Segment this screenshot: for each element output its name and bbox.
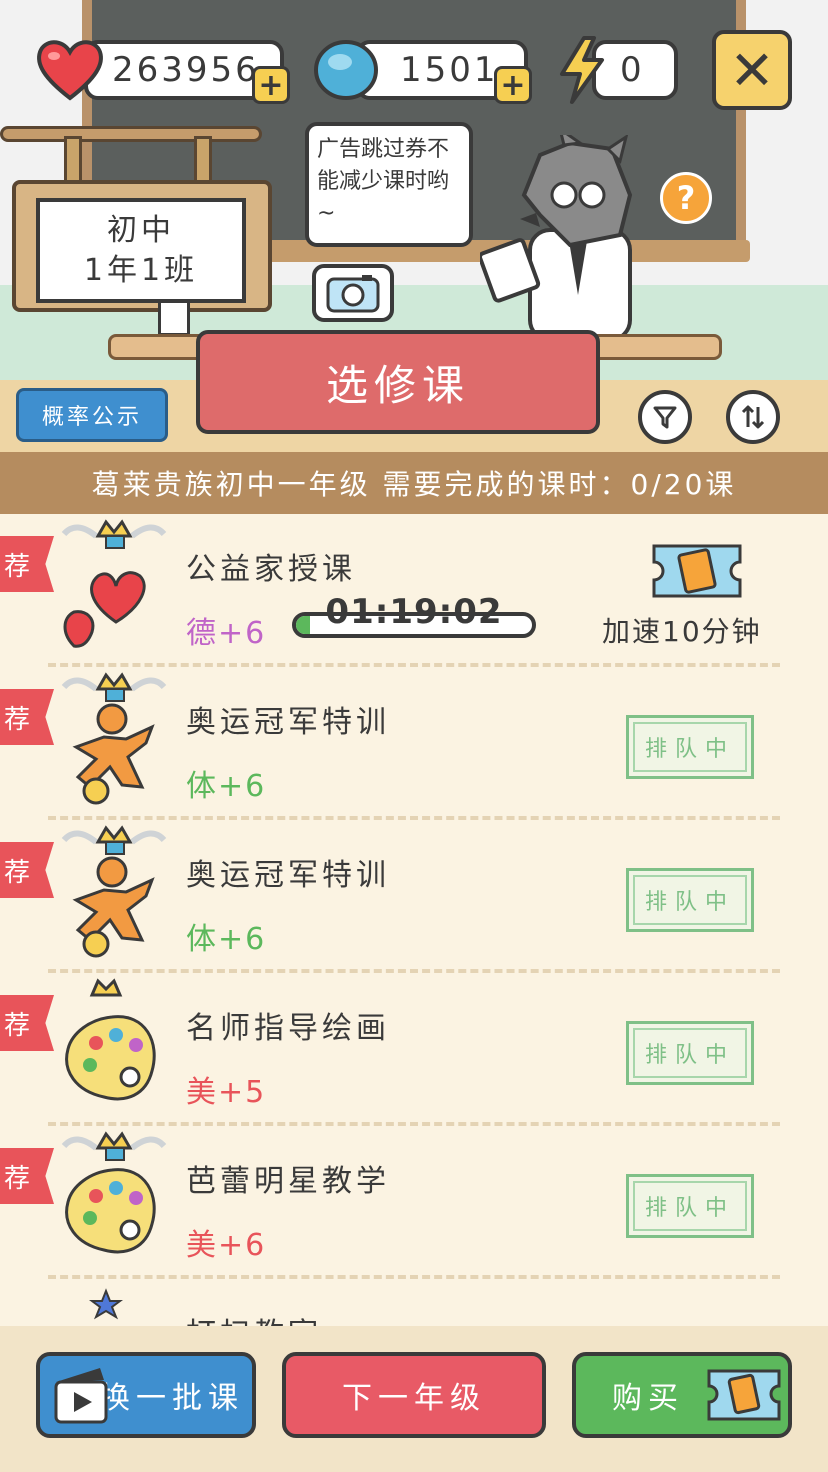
queued-status-button[interactable]: 排队中 [626, 1174, 754, 1238]
camera-button[interactable] [312, 264, 394, 322]
gems-value: 1501 [400, 50, 499, 90]
lightning-icon [560, 36, 604, 104]
queued-status-button[interactable]: 排队中 [626, 715, 754, 779]
gem-icon [314, 40, 378, 100]
add-gems-button[interactable]: + [494, 66, 532, 104]
course-name: 芭蕾明星教学 [186, 1164, 390, 1199]
course-name: 奥运冠军特训 [186, 858, 390, 893]
class-sign: 初中 1年1班 [36, 198, 246, 303]
requirement-banner: 葛莱贵族初中一年级 需要完成的课时：0/20课 [0, 452, 828, 514]
charity-hearts-icon [61, 519, 167, 648]
course-list[interactable]: 荐 公益家授课 德+6 01:19:02 加速10分钟 荐 奥运冠军特训 体+6… [0, 514, 828, 1326]
gems-counter: 1501 + [310, 34, 536, 106]
sort-button[interactable] [726, 390, 780, 444]
sign-post [158, 300, 190, 336]
course-stat: 体+6 [186, 769, 267, 804]
close-button[interactable]: ✕ [712, 30, 792, 110]
sort-icon [741, 405, 765, 429]
wolf-teacher [480, 135, 633, 335]
course-name: 公益家授课 [186, 552, 356, 587]
course-row[interactable]: 荐 芭蕾明星教学 美+6 排队中 [0, 1126, 828, 1279]
elective-title-button[interactable]: 选修课 [196, 330, 600, 434]
buy-button[interactable]: 购买 [572, 1352, 792, 1438]
course-stat: 美+6 [186, 1228, 267, 1263]
star-badge-icon [89, 1288, 123, 1320]
heart-icon [37, 40, 103, 101]
class-sign-school: 初中 [107, 212, 175, 248]
queued-status-button[interactable]: 排队中 [626, 868, 754, 932]
next-grade-button[interactable]: 下一年级 [282, 1352, 546, 1438]
hearts-counter: 263956 + [34, 34, 292, 106]
filter-button[interactable] [638, 390, 692, 444]
course-stat: 体+6 [186, 922, 267, 957]
course-row[interactable]: 荐 奥运冠军特训 体+6 排队中 [0, 820, 828, 973]
course-stat: 美+5 [186, 1075, 267, 1110]
recommend-tag: 荐 [0, 995, 54, 1051]
next-grade-label: 下一年级 [342, 1381, 486, 1416]
hearts-value: 263956 [112, 50, 260, 90]
buy-label: 购买 [612, 1381, 684, 1416]
course-timer: 01:19:02 [325, 592, 503, 632]
course-stat: 德+6 [186, 616, 267, 651]
bottom-bar: 换一批课 下一年级 购买 [0, 1326, 828, 1472]
speed-ticket-icon[interactable] [650, 540, 744, 602]
video-icon [54, 1368, 108, 1424]
paint-palette-icon [61, 1131, 167, 1254]
course-name: 名师指导绘画 [186, 1011, 390, 1046]
energy-value: 0 [620, 50, 645, 90]
question-icon: ? [676, 179, 696, 217]
athlete-icon [61, 672, 167, 805]
class-sign-class: 1年1班 [83, 252, 199, 288]
help-button[interactable]: ? [660, 172, 712, 224]
course-row[interactable]: 打扫教室 [0, 1279, 828, 1326]
add-hearts-button[interactable]: + [252, 66, 290, 104]
odds-announcement-button[interactable]: 概率公示 [16, 388, 168, 442]
course-row[interactable]: 荐 名师指导绘画 美+5 排队中 [0, 973, 828, 1126]
refresh-courses-button[interactable]: 换一批课 [36, 1352, 256, 1438]
speed-ticket-icon [707, 1369, 781, 1421]
camera-icon [326, 275, 380, 313]
recommend-tag: 荐 [0, 689, 54, 745]
energy-counter: 0 [554, 34, 680, 106]
athlete-icon [61, 825, 167, 958]
refresh-courses-label: 换一批课 [100, 1381, 244, 1416]
recommend-tag: 荐 [0, 536, 54, 592]
speed-up-label[interactable]: 加速10分钟 [602, 610, 762, 650]
filter-icon [653, 406, 677, 429]
close-icon: ✕ [729, 38, 775, 102]
course-name: 奥运冠军特训 [186, 705, 390, 740]
course-row[interactable]: 荐 公益家授课 德+6 01:19:02 加速10分钟 [0, 514, 828, 667]
sign-hanger [0, 126, 262, 142]
course-row[interactable]: 荐 奥运冠军特训 体+6 排队中 [0, 667, 828, 820]
course-name: 打扫教室 [186, 1309, 322, 1326]
speech-bubble: 广告跳过券不能减少课时哟~ [305, 122, 473, 247]
recommend-tag: 荐 [0, 1148, 54, 1204]
queued-status-button[interactable]: 排队中 [626, 1021, 754, 1085]
recommend-tag: 荐 [0, 842, 54, 898]
paint-palette-icon [65, 978, 156, 1101]
